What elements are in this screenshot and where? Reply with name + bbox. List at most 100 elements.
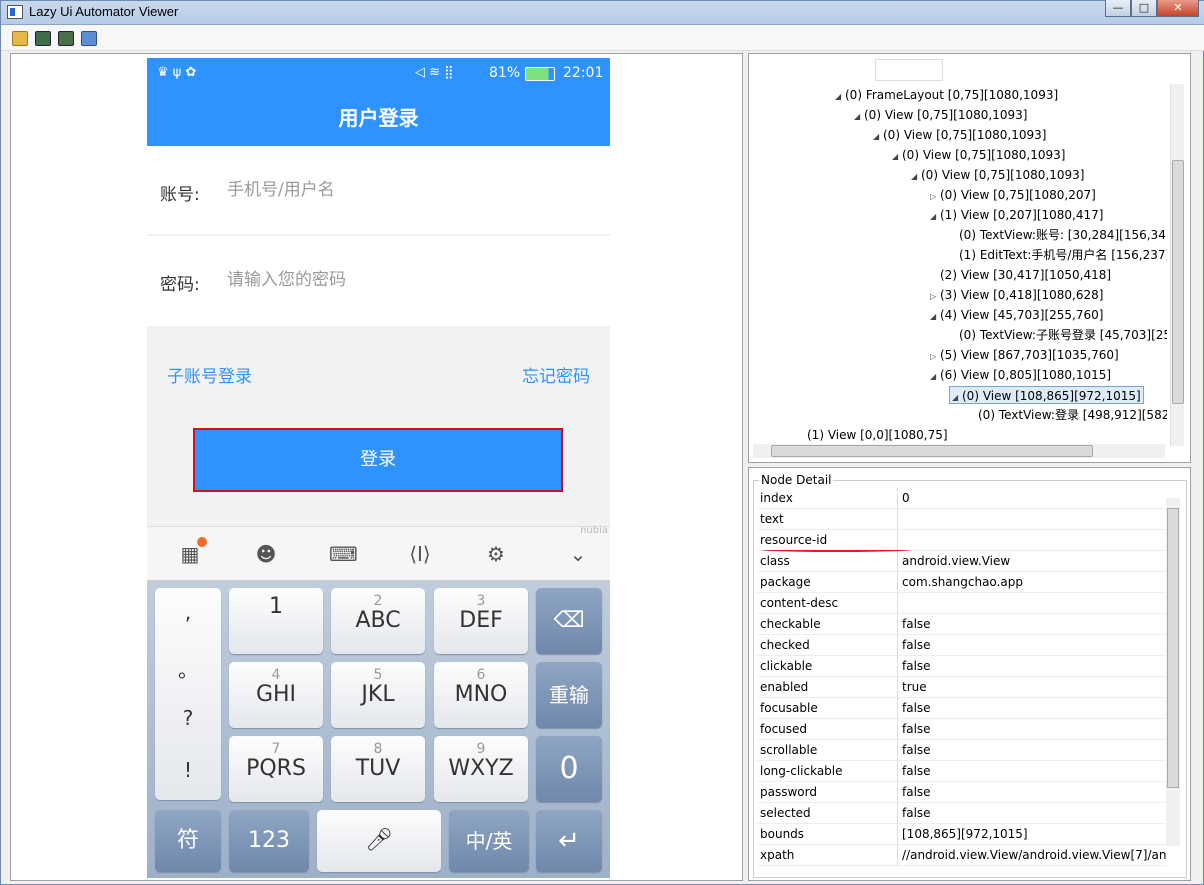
key-7[interactable]: 7 PQRS xyxy=(229,736,323,802)
detail-row: text xyxy=(757,509,1167,530)
tree-node[interactable]: (1) View [0,0][1080,75] xyxy=(797,426,948,444)
tree-node[interactable]: ◢ (1) View [0,207][1080,417] xyxy=(930,206,1103,224)
scroll-thumb[interactable] xyxy=(1167,508,1179,788)
hierarchy-tree[interactable]: ◢ (0) FrameLayout [0,75][1080,1093] ◢ (0) V… xyxy=(753,84,1167,444)
punct-exclaim[interactable]: ! xyxy=(155,758,221,782)
expand-arrow-icon[interactable]: ◢ xyxy=(892,148,902,166)
key-4[interactable]: 4 GHI xyxy=(229,662,323,728)
screenshot-icon[interactable] xyxy=(35,31,51,46)
column-divider xyxy=(897,845,898,866)
key-5[interactable]: 5 JKL xyxy=(331,662,425,728)
settings-gear-icon[interactable]: ⚙ xyxy=(483,541,509,567)
symbols-key[interactable]: 符 xyxy=(155,810,221,872)
expand-arrow-icon[interactable]: ▷ xyxy=(930,348,940,366)
language-switch-key[interactable]: 中/英 xyxy=(449,810,529,872)
tree-node[interactable]: ◢ (0) FrameLayout [0,75][1080,1093] xyxy=(835,86,1058,104)
numbers-key[interactable]: 123 xyxy=(229,810,309,872)
key-6[interactable]: 6 MNO xyxy=(434,662,528,728)
tree-node[interactable]: ◢ (0) View [0,75][1080,1093] xyxy=(873,126,1046,144)
cursor-move-icon[interactable]: ⟨I⟩ xyxy=(407,541,433,567)
key-0[interactable]: 0 xyxy=(536,736,602,802)
screenshot-compressed-icon[interactable] xyxy=(58,31,74,46)
detail-value[interactable]: [108,865][972,1015] xyxy=(902,827,1028,841)
tree-node[interactable]: ◢ (4) View [45,703][255,760] xyxy=(930,306,1103,324)
tree-node[interactable]: ◢ (0) View [0,75][1080,1093] xyxy=(854,106,1027,124)
punct-question[interactable]: ? xyxy=(155,706,221,730)
detail-value[interactable]: false xyxy=(902,701,931,715)
punct-comma[interactable]: , xyxy=(155,600,221,624)
detail-value[interactable]: false xyxy=(902,722,931,736)
expand-arrow-icon[interactable]: ◢ xyxy=(854,108,864,126)
retype-key[interactable]: 重输 xyxy=(536,662,602,728)
expand-arrow-icon[interactable]: ◢ xyxy=(835,88,845,106)
tree-node[interactable]: (0) TextView:登录 [498,912][582 xyxy=(968,406,1167,424)
detail-value[interactable]: false xyxy=(902,806,931,820)
detail-value[interactable]: false xyxy=(902,617,931,631)
tree-node[interactable]: ◢ (6) View [0,805][1080,1015] xyxy=(930,366,1111,384)
open-folder-icon[interactable] xyxy=(12,31,28,46)
detail-vertical-scrollbar[interactable] xyxy=(1166,498,1180,846)
detail-value[interactable]: false xyxy=(902,785,931,799)
expand-arrow-icon[interactable]: ◢ xyxy=(911,168,921,186)
expand-arrow-icon[interactable]: ◢ xyxy=(873,128,883,146)
collapse-chevron-icon[interactable]: ⌄ xyxy=(565,541,591,567)
key-1[interactable]: 1 xyxy=(229,588,323,654)
forgot-password-link[interactable]: 忘记密码 xyxy=(522,362,590,387)
expand-arrow-icon[interactable]: ◢ xyxy=(930,368,940,386)
backspace-key[interactable]: ⌫ xyxy=(536,588,602,654)
detail-key: content-desc xyxy=(760,596,839,610)
key-8[interactable]: 8 TUV xyxy=(331,736,425,802)
status-bar: ♛ ψ ✿ ◁ ≋ ⣿ 81% 22:01 xyxy=(147,58,610,90)
key-3[interactable]: 3 DEF xyxy=(434,588,528,654)
keyboard-icon[interactable]: ⌨ xyxy=(329,541,358,567)
maximize-button[interactable]: □ xyxy=(1131,0,1157,17)
password-input[interactable] xyxy=(227,264,587,296)
scroll-thumb[interactable] xyxy=(1172,160,1184,404)
space-mic-key[interactable]: 🎤︎ xyxy=(317,810,441,872)
tree-node[interactable]: (1) EditText:手机号/用户名 [156,237] xyxy=(949,246,1167,264)
emoji-icon[interactable]: ☻ xyxy=(253,541,279,567)
tree-node[interactable]: ▷ (3) View [0,418][1080,628] xyxy=(930,286,1103,304)
enter-key[interactable]: ↵ xyxy=(536,810,602,872)
save-icon[interactable] xyxy=(81,31,97,46)
tree-node[interactable]: ◢ (0) View [0,75][1080,1093] xyxy=(892,146,1065,164)
tree-horizontal-scrollbar[interactable] xyxy=(753,444,1165,458)
detail-value[interactable]: true xyxy=(902,680,927,694)
detail-value[interactable]: false xyxy=(902,764,931,778)
scroll-thumb[interactable] xyxy=(771,445,1093,457)
expand-arrow-icon[interactable]: ◢ xyxy=(930,308,940,326)
detail-value[interactable]: android.view.View xyxy=(902,554,1010,568)
tree-node[interactable]: (2) View [30,417][1050,418] xyxy=(930,266,1111,284)
detail-value[interactable]: false xyxy=(902,638,931,652)
key-2[interactable]: 2 ABC xyxy=(331,588,425,654)
detail-value[interactable]: //android.view.View/android.view.View[7]… xyxy=(902,848,1166,862)
detail-key: xpath xyxy=(760,848,795,862)
tree-node[interactable]: ▷ (0) View [0,75][1080,207] xyxy=(930,186,1096,204)
search-box[interactable] xyxy=(875,59,943,81)
tree-node[interactable]: (0) TextView:子账号登录 [45,703][25 xyxy=(949,326,1167,344)
expand-arrow-icon[interactable]: ◢ xyxy=(930,208,940,226)
login-button[interactable]: 登录 xyxy=(193,428,563,492)
device-screenshot[interactable]: ♛ ψ ✿ ◁ ≋ ⣿ 81% 22:01 用户登录 账号: 密码: 子账号登录… xyxy=(147,58,610,878)
detail-value[interactable]: false xyxy=(902,743,931,757)
tree-node[interactable]: ◢ (0) View [108,865][972,1015] xyxy=(949,386,1144,404)
expand-arrow-icon[interactable]: ▷ xyxy=(930,188,940,206)
detail-value[interactable]: com.shangchao.app xyxy=(902,575,1023,589)
tree-node[interactable]: (0) TextView:账号: [30,284][156,34 xyxy=(949,226,1166,244)
close-button[interactable]: ✕ xyxy=(1157,0,1199,17)
detail-value[interactable]: 0 xyxy=(902,491,910,505)
punct-period[interactable]: 。 xyxy=(155,654,221,683)
detail-row: checked false xyxy=(757,635,1167,656)
tree-vertical-scrollbar[interactable] xyxy=(1170,84,1184,446)
expand-arrow-icon[interactable]: ▷ xyxy=(930,288,940,306)
detail-key: bounds xyxy=(760,827,805,841)
expand-arrow-icon[interactable]: ◢ xyxy=(952,389,962,407)
tree-node[interactable]: ▷ (5) View [867,703][1035,760] xyxy=(930,346,1119,364)
punctuation-column[interactable]: , 。 ? ! xyxy=(155,588,221,800)
key-9[interactable]: 9 WXYZ xyxy=(434,736,528,802)
tree-node[interactable]: ◢ (0) View [0,75][1080,1093] xyxy=(911,166,1084,184)
sub-account-login-link[interactable]: 子账号登录 xyxy=(167,362,252,387)
minimize-button[interactable]: — xyxy=(1105,0,1131,17)
account-input[interactable] xyxy=(227,174,587,206)
detail-value[interactable]: false xyxy=(902,659,931,673)
